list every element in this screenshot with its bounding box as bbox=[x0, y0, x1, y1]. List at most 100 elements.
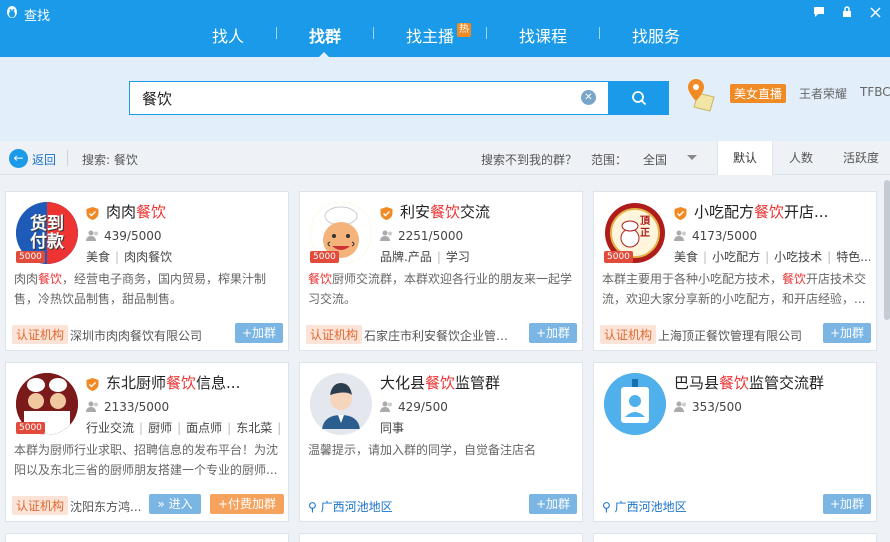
group-location: ⚲ 广西河池地区 bbox=[602, 500, 687, 514]
id-badge-avatar-icon bbox=[604, 373, 666, 435]
tab-find-courses[interactable]: 找课程 bbox=[519, 23, 567, 47]
level-badge: 5000 bbox=[310, 251, 339, 263]
nav-divider bbox=[486, 27, 487, 39]
certified-org-badge: 认证机构 bbox=[600, 325, 657, 344]
certified-shield-icon bbox=[380, 207, 393, 220]
group-title[interactable]: 东北厨师餐饮信息... bbox=[106, 372, 282, 393]
search-icon bbox=[632, 91, 647, 106]
paid-join-button[interactable]: +付费加群 bbox=[210, 494, 284, 514]
join-group-button[interactable]: +加群 bbox=[235, 323, 283, 343]
group-title[interactable]: 大化县餐饮监管群 bbox=[380, 372, 576, 393]
org-name: 上海顶正餐饮管理有限公司 bbox=[658, 329, 803, 343]
range-value: 全国 bbox=[643, 153, 668, 167]
group-card[interactable]: 巴马县餐饮监管交流群 353/500 ⚲ 广西河池地区 +加群 bbox=[593, 362, 877, 522]
back-link[interactable]: 返回 bbox=[32, 151, 56, 168]
chevron-down-icon bbox=[687, 155, 697, 160]
group-tags: 美食 | 小吃配方 | 小吃技术 | 特色... bbox=[674, 250, 870, 264]
group-card[interactable] bbox=[593, 533, 877, 542]
members-icon bbox=[674, 230, 686, 241]
certified-org-badge: 认证机构 bbox=[12, 496, 69, 515]
scrollbar-thumb[interactable] bbox=[884, 180, 890, 320]
group-card[interactable]: 頂正 5000 小吃配方餐饮开店... 4173/5000 美食 | 小吃配方 | 小吃… bbox=[593, 191, 877, 351]
location-pin-icon: ⚲ bbox=[602, 500, 611, 514]
join-group-button[interactable]: +加群 bbox=[529, 494, 577, 514]
group-tags: 美食 | 肉肉餐饮 bbox=[86, 250, 173, 264]
level-badge: 5000 bbox=[16, 422, 45, 434]
group-card[interactable] bbox=[5, 533, 289, 542]
join-group-button[interactable]: +加群 bbox=[823, 494, 871, 514]
filter-bar: ← 返回 搜索: 餐饮 搜索不到我的群？ 范围： 全国 默认 人数 活跃度 bbox=[0, 141, 890, 175]
search-box: ✕ bbox=[129, 81, 609, 115]
sort-tab-default[interactable]: 默认 bbox=[717, 141, 773, 175]
members-icon bbox=[674, 401, 686, 412]
nav-divider bbox=[599, 27, 600, 39]
qq-penguin-icon bbox=[7, 6, 17, 18]
lock-icon[interactable] bbox=[838, 4, 856, 20]
group-description: 餐饮厨师交流群，本群欢迎各行业的朋友来一起学习交流。 bbox=[308, 272, 573, 306]
range-dropdown[interactable]: 全国 bbox=[643, 151, 699, 168]
close-icon[interactable] bbox=[866, 4, 884, 20]
level-badge: 5000 bbox=[16, 251, 45, 263]
members-icon bbox=[86, 401, 98, 412]
hot-search-link[interactable]: TFBC bbox=[860, 85, 890, 99]
group-description: 温馨提示，请加入群的同学，自觉备注店名 bbox=[308, 443, 537, 457]
group-title[interactable]: 小吃配方餐饮开店... bbox=[694, 201, 870, 222]
group-tags: 品牌.产品 | 学习 bbox=[380, 250, 470, 264]
group-card[interactable]: 大化县餐饮监管群 429/500 同事 温馨提示，请加入群的同学，自觉备注店名 … bbox=[299, 362, 583, 522]
members-icon bbox=[86, 230, 98, 241]
logo-text: 頂正 bbox=[640, 216, 650, 239]
level-badge: 5000 bbox=[604, 251, 633, 263]
member-count: 439/5000 bbox=[86, 229, 162, 243]
member-count: 429/500 bbox=[380, 400, 448, 414]
group-card[interactable]: 5000 利安餐饮交流 2251/5000 品牌.产品 | 学习 餐饮厨师交流群，本… bbox=[299, 191, 583, 351]
feedback-icon[interactable] bbox=[810, 4, 828, 20]
results-grid: 货到 付款 5000 肉肉餐饮 439/5000 美食 | 肉肉餐饮 肉肉餐饮，经营电… bbox=[0, 175, 884, 542]
tab-find-services[interactable]: 找服务 bbox=[632, 23, 680, 47]
search-area: ✕ 美女直播 王者荣耀 TFBC bbox=[0, 57, 890, 141]
group-title[interactable]: 肉肉餐饮 bbox=[106, 201, 282, 222]
group-card[interactable]: 5000 东北厨师餐饮信息... 2133/5000 行业交流 | 厨师 | 面点师 | 东… bbox=[5, 362, 289, 522]
main-nav: 找人 找群 找主播热 找课程 找服务 bbox=[0, 22, 890, 57]
double-chevron-icon: » bbox=[157, 497, 165, 511]
breadcrumb: 搜索: 餐饮 bbox=[82, 153, 138, 167]
certified-org-badge: 认证机构 bbox=[12, 325, 69, 344]
group-description: 本群主要用于各种小吃配方技术，餐饮开店技术交流，欢迎大家分享新的小吃配方，和开店… bbox=[602, 272, 867, 306]
certified-shield-icon bbox=[86, 207, 99, 220]
certified-org-badge: 认证机构 bbox=[306, 325, 363, 344]
group-title[interactable]: 巴马县餐饮监管交流群 bbox=[674, 372, 870, 393]
org-name: 深圳市肉肉餐饮有限公司 bbox=[70, 329, 203, 343]
divider bbox=[67, 150, 68, 166]
title-bar: 查找 找人 找群 找主播热 找课程 找服务 bbox=[0, 0, 890, 57]
group-description: 肉肉餐饮，经营电子商务，国内贸易，榨果汁制售，冷热饮品制售，甜品制售。 bbox=[14, 272, 267, 306]
not-found-link[interactable]: 搜索不到我的群？ bbox=[481, 151, 577, 168]
group-card[interactable]: 货到 付款 5000 肉肉餐饮 439/5000 美食 | 肉肉餐饮 肉肉餐饮，经营电… bbox=[5, 191, 289, 351]
nav-divider bbox=[276, 27, 277, 39]
group-card[interactable] bbox=[299, 533, 583, 542]
certified-shield-icon bbox=[674, 207, 687, 220]
join-group-button[interactable]: +加群 bbox=[529, 323, 577, 343]
group-tags: 行业交流|厨师|面点师|东北菜|... bbox=[86, 421, 282, 435]
member-count: 2133/5000 bbox=[86, 400, 169, 414]
join-group-button[interactable]: +加群 bbox=[823, 323, 871, 343]
hot-search-link[interactable]: 王者荣耀 bbox=[799, 85, 847, 102]
search-input[interactable] bbox=[142, 88, 562, 108]
sort-tab-activity[interactable]: 活跃度 bbox=[833, 141, 889, 175]
sort-tab-members[interactable]: 人数 bbox=[773, 141, 829, 175]
group-location: ⚲ 广西河池地区 bbox=[308, 500, 393, 514]
certified-shield-icon bbox=[86, 378, 99, 391]
member-count: 353/500 bbox=[674, 400, 742, 414]
member-count: 2251/5000 bbox=[380, 229, 463, 243]
group-title[interactable]: 利安餐饮交流 bbox=[400, 201, 576, 222]
search-button[interactable] bbox=[609, 81, 669, 115]
members-icon bbox=[380, 230, 392, 241]
group-description: 本群为厨师行业求职、招聘信息的发布平台！为沈阳以及东北三省的厨师朋友搭建一个专业… bbox=[14, 443, 279, 477]
tab-find-groups[interactable]: 找群 bbox=[309, 23, 341, 47]
clear-search-icon[interactable]: ✕ bbox=[581, 90, 596, 105]
tab-find-streamers[interactable]: 找主播热 bbox=[406, 23, 472, 47]
tab-find-people[interactable]: 找人 bbox=[212, 23, 244, 47]
location-map-icon[interactable] bbox=[684, 77, 718, 113]
enter-group-button[interactable]: » 进入 bbox=[149, 494, 201, 514]
back-arrow-icon[interactable]: ← bbox=[9, 149, 28, 168]
live-stream-badge[interactable]: 美女直播 bbox=[730, 84, 787, 103]
member-count: 4173/5000 bbox=[674, 229, 757, 243]
